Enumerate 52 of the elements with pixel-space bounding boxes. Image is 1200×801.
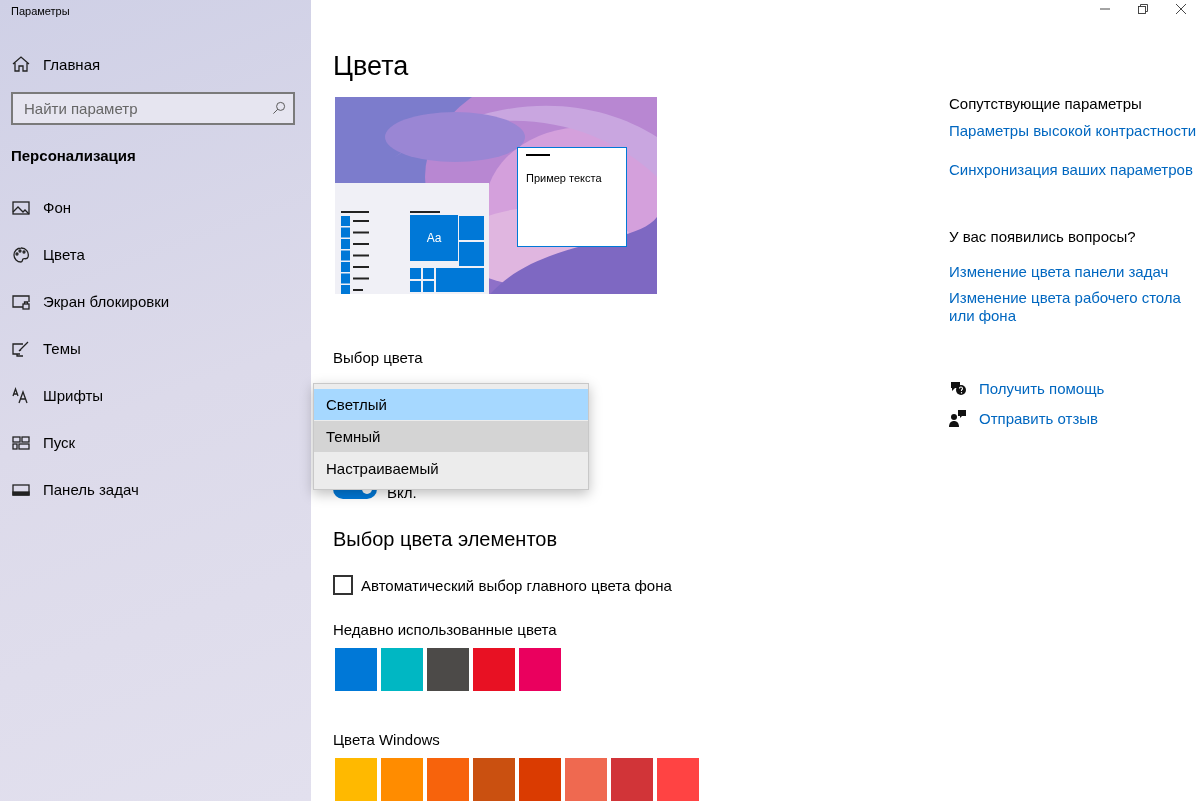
window-title: Параметры xyxy=(10,4,71,19)
help-article-link[interactable]: Изменение цвета рабочего стола или фона xyxy=(949,289,1199,325)
color-swatch[interactable] xyxy=(473,758,515,801)
search-field[interactable]: Найти параметр xyxy=(11,92,295,125)
page-title: Цвета xyxy=(333,50,410,83)
color-swatch[interactable] xyxy=(565,758,607,801)
home-icon xyxy=(11,54,31,74)
sidebar-item[interactable]: Экран блокировки xyxy=(43,293,170,310)
restore-icon[interactable] xyxy=(1138,4,1148,14)
sidebar-item[interactable]: Пуск xyxy=(43,434,76,451)
sample-window: Пример текста xyxy=(517,147,627,247)
section-heading: Выбор цвета элементов xyxy=(333,528,559,551)
help-link[interactable]: Получить помощь xyxy=(979,379,1105,397)
checkbox-label: Автоматический выбор главного цвета фона xyxy=(361,576,672,594)
color-swatch[interactable] xyxy=(427,758,469,801)
help-link[interactable]: Отправить отзыв xyxy=(979,409,1099,427)
related-heading: Сопутствующие параметры xyxy=(949,95,1143,112)
palette-icon xyxy=(11,244,31,265)
fonts-icon xyxy=(11,385,31,406)
color-swatch[interactable] xyxy=(519,648,561,691)
settings-link[interactable]: Синхронизация ваших параметров xyxy=(949,161,1199,178)
section-heading: Персонализация xyxy=(11,147,137,164)
color-swatch[interactable] xyxy=(519,758,561,801)
swatch-group-label: Недавно использованные цвета xyxy=(333,621,558,638)
home-link[interactable]: Главная xyxy=(43,55,101,73)
swatch-group-label: Цвета Windows xyxy=(333,731,441,748)
sidebar-item[interactable]: Цвета xyxy=(43,246,85,263)
questions-heading: У вас появились вопросы? xyxy=(949,228,1137,245)
color-swatch[interactable] xyxy=(473,648,515,691)
dropdown-option[interactable]: Темный xyxy=(314,421,588,452)
color-swatch[interactable] xyxy=(381,758,423,801)
sidebar-item[interactable]: Темы xyxy=(43,340,81,357)
help-article-link[interactable]: Изменение цвета панели задач xyxy=(949,263,1199,280)
search-icon xyxy=(271,100,287,116)
dropdown-option[interactable]: Настраиваемый xyxy=(314,453,588,484)
settings-link[interactable]: Параметры высокой контрастности xyxy=(949,122,1199,139)
checkbox[interactable] xyxy=(333,575,353,595)
color-swatch[interactable] xyxy=(427,648,469,691)
sidebar-item[interactable]: Панель задач xyxy=(43,481,139,498)
sidebar-item[interactable]: Шрифты xyxy=(43,387,104,404)
color-swatch[interactable] xyxy=(657,758,699,801)
dropdown-option[interactable]: Светлый xyxy=(314,389,588,420)
color-swatch[interactable] xyxy=(335,648,377,691)
color-swatch[interactable] xyxy=(335,758,377,801)
color-swatch[interactable] xyxy=(611,758,653,801)
feedback-icon xyxy=(949,409,967,427)
color-swatch[interactable] xyxy=(381,648,423,691)
close-icon[interactable] xyxy=(1176,4,1186,14)
sidebar-item[interactable]: Фон xyxy=(43,199,72,216)
field-label: Выбор цвета xyxy=(333,349,424,366)
preview-tile: Aa xyxy=(410,215,458,261)
help-icon xyxy=(949,379,967,397)
